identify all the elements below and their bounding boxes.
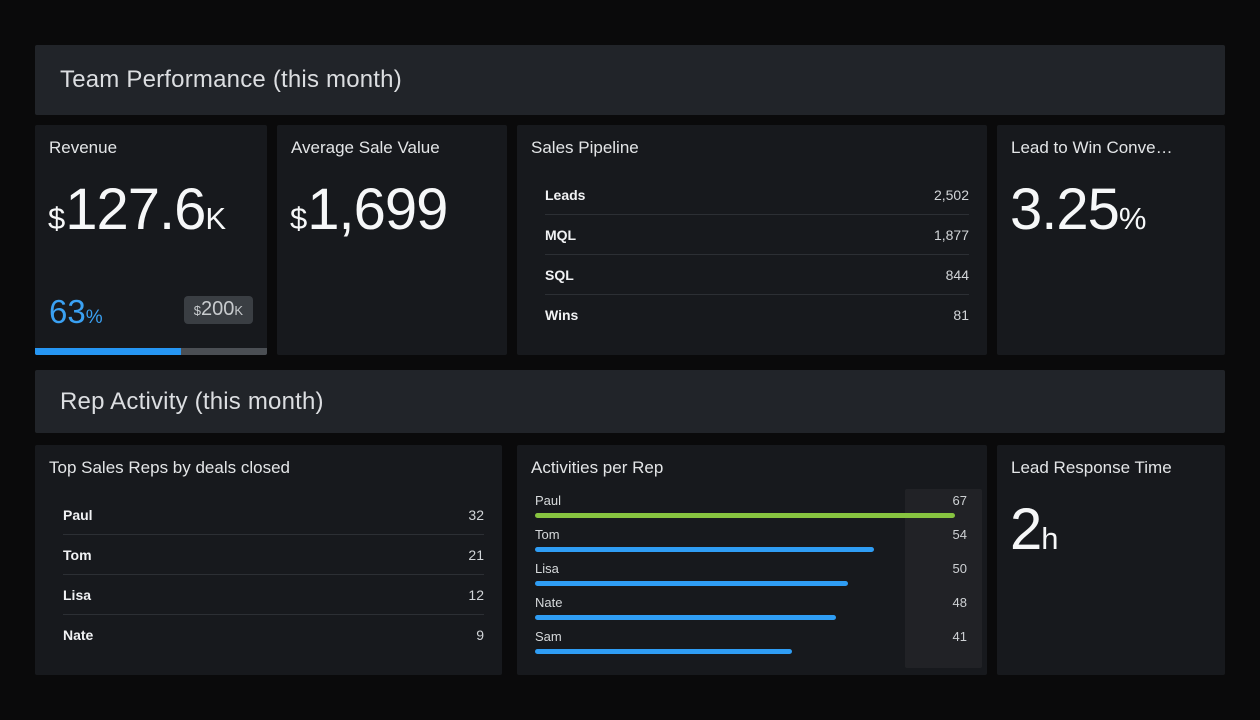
response-number: 2 xyxy=(1010,497,1041,562)
bar-chart-row: Nate 48 xyxy=(535,595,967,620)
card-title: Activities per Rep xyxy=(531,458,977,478)
row-label: Paul xyxy=(63,507,93,523)
table-row: Nate 9 xyxy=(63,615,484,655)
card-title: Average Sale Value xyxy=(291,138,497,158)
row-value: 2,502 xyxy=(934,187,969,203)
card-sales-pipeline: Sales Pipeline Leads 2,502 MQL 1,877 SQL… xyxy=(517,125,987,355)
table-row: Tom 21 xyxy=(63,535,484,575)
bar-value: 54 xyxy=(953,527,967,542)
row-value: 1,877 xyxy=(934,227,969,243)
bar-track xyxy=(535,513,955,518)
card-title: Sales Pipeline xyxy=(531,138,977,158)
bar-label: Lisa xyxy=(535,561,559,576)
percent-number: 63 xyxy=(49,293,86,330)
bar-fill xyxy=(535,649,792,654)
lead-response-value: 2h xyxy=(1010,501,1059,559)
table-row: Lisa 12 xyxy=(63,575,484,615)
row-value: 21 xyxy=(468,547,484,563)
bar-fill xyxy=(535,615,836,620)
table-row: MQL 1,877 xyxy=(545,215,969,255)
bar-fill xyxy=(535,513,955,518)
table-row: Paul 32 xyxy=(63,495,484,535)
card-top-sales-reps: Top Sales Reps by deals closed Paul 32 T… xyxy=(35,445,502,675)
card-title: Revenue xyxy=(49,138,257,158)
revenue-percent: 63% xyxy=(49,295,103,328)
row-label: MQL xyxy=(545,227,576,243)
row-label: Leads xyxy=(545,187,585,203)
unit-suffix: K xyxy=(205,201,226,236)
revenue-value: $127.6K xyxy=(48,181,226,239)
revenue-target-badge: $200K xyxy=(184,296,253,324)
revenue-progress-track xyxy=(35,348,267,355)
row-label: Wins xyxy=(545,307,578,323)
section-header-rep-activity: Rep Activity (this month) xyxy=(35,370,1225,433)
unit-suffix: K xyxy=(234,303,243,318)
top-reps-list: Paul 32 Tom 21 Lisa 12 Nate 9 xyxy=(35,495,502,655)
bar-chart-row: Paul 67 xyxy=(535,493,967,518)
bar-fill xyxy=(535,547,874,552)
target-number: 200 xyxy=(201,298,234,320)
bar-label: Sam xyxy=(535,629,562,644)
bar-track xyxy=(535,649,955,654)
row-value: 844 xyxy=(946,267,969,283)
row-label: SQL xyxy=(545,267,574,283)
table-row: Leads 2,502 xyxy=(545,175,969,215)
bar-chart: Paul 67 Tom 54 Lisa 50 Nate 48 xyxy=(535,493,967,663)
section-title: Team Performance (this month) xyxy=(60,66,402,94)
row-label: Tom xyxy=(63,547,92,563)
lead-to-win-value: 3.25% xyxy=(1010,181,1146,239)
bar-value: 48 xyxy=(953,595,967,610)
dashboard: { "accent": { "blue": "#2f9df4", "green"… xyxy=(0,0,1260,720)
percent-sign: % xyxy=(1119,201,1147,236)
section-title: Rep Activity (this month) xyxy=(60,388,324,416)
bar-track xyxy=(535,581,955,586)
card-title: Lead to Win Conve… xyxy=(1011,138,1215,158)
unit-suffix: h xyxy=(1041,521,1058,556)
bar-fill xyxy=(535,581,848,586)
card-title: Lead Response Time xyxy=(1011,458,1215,478)
revenue-progress-fill xyxy=(35,348,181,355)
bar-chart-row: Sam 41 xyxy=(535,629,967,654)
card-revenue: Revenue $127.6K 63% $200K xyxy=(35,125,267,355)
currency-symbol: $ xyxy=(48,201,65,236)
bar-value: 41 xyxy=(953,629,967,644)
row-label: Nate xyxy=(63,627,93,643)
table-row: Wins 81 xyxy=(545,295,969,335)
revenue-number: 127.6 xyxy=(65,177,205,242)
bar-track xyxy=(535,615,955,620)
bar-label: Tom xyxy=(535,527,560,542)
percent-sign: % xyxy=(86,307,103,328)
card-lead-to-win-conversion: Lead to Win Conve… 3.25% xyxy=(997,125,1225,355)
card-title: Top Sales Reps by deals closed xyxy=(49,458,492,478)
card-lead-response-time: Lead Response Time 2h xyxy=(997,445,1225,675)
card-average-sale-value: Average Sale Value $1,699 xyxy=(277,125,507,355)
pipeline-list: Leads 2,502 MQL 1,877 SQL 844 Wins 81 xyxy=(517,175,987,335)
bar-chart-row: Tom 54 xyxy=(535,527,967,552)
average-sale-number: 1,699 xyxy=(307,177,447,242)
row-value: 81 xyxy=(953,307,969,323)
row-value: 32 xyxy=(468,507,484,523)
bar-track xyxy=(535,547,955,552)
card-activities-per-rep: Activities per Rep Paul 67 Tom 54 Lisa 5… xyxy=(517,445,987,675)
bar-value: 67 xyxy=(953,493,967,508)
currency-symbol: $ xyxy=(290,201,307,236)
currency-symbol: $ xyxy=(194,303,201,318)
row-value: 9 xyxy=(476,627,484,643)
bar-label: Nate xyxy=(535,595,562,610)
section-header-team-performance: Team Performance (this month) xyxy=(35,45,1225,115)
average-sale-value: $1,699 xyxy=(290,181,447,239)
bar-label: Paul xyxy=(535,493,561,508)
conversion-number: 3.25 xyxy=(1010,177,1119,242)
bar-chart-row: Lisa 50 xyxy=(535,561,967,586)
table-row: SQL 844 xyxy=(545,255,969,295)
row-value: 12 xyxy=(468,587,484,603)
row-label: Lisa xyxy=(63,587,91,603)
bar-value: 50 xyxy=(953,561,967,576)
